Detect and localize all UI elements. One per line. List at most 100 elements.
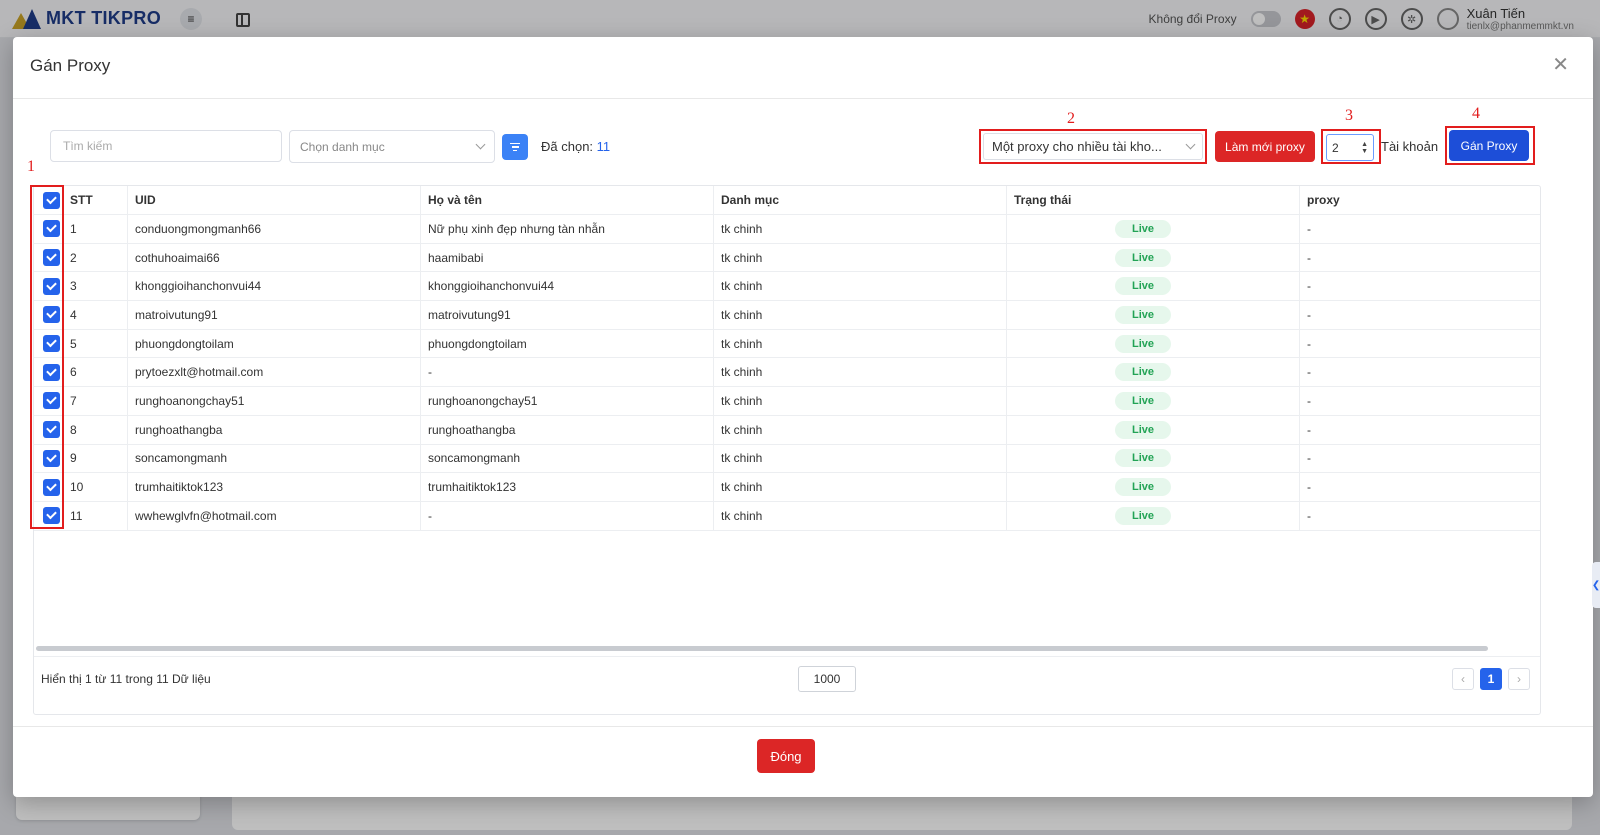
table-row[interactable]: 6 prytoezxlt@hotmail.com - tk chinh Live - — [34, 358, 1540, 388]
account-count-value: 2 — [1332, 140, 1339, 155]
search-input[interactable] — [50, 130, 282, 162]
table-row[interactable]: 9 soncamongmanh soncamongmanh tk chinh Live - — [34, 444, 1540, 474]
next-page-icon[interactable]: › — [1508, 668, 1530, 690]
cell-stt: 10 — [68, 473, 128, 501]
cell-category: tk chinh — [714, 473, 1007, 501]
col-header-uid[interactable]: UID — [128, 186, 421, 214]
cell-proxy: - — [1307, 393, 1311, 408]
status-badge: Live — [1115, 478, 1171, 497]
cell-stt: 11 — [68, 501, 128, 530]
cell-uid: trumhaitiktok123 — [128, 473, 421, 501]
cell-stt: 9 — [68, 444, 128, 473]
cell-status: Live — [1007, 358, 1300, 387]
account-count-stepper[interactable]: 2 ▲ ▼ — [1326, 134, 1374, 161]
cell-status: Live — [1007, 301, 1300, 329]
cell-proxy: - — [1307, 365, 1311, 380]
category-select[interactable]: Chọn danh mục — [289, 130, 495, 163]
status-badge: Live — [1115, 334, 1171, 353]
assign-proxy-button[interactable]: Gán Proxy — [1449, 130, 1529, 161]
proxy-mode-select[interactable]: Một proxy cho nhiều tài kho... — [979, 129, 1207, 164]
status-badge: Live — [1115, 391, 1171, 410]
table-row[interactable]: 1 conduongmongmanh66 Nữ phụ xinh đẹp nhưng… — [34, 215, 1540, 244]
chevron-down-icon — [1185, 139, 1196, 150]
cell-status: Live — [1007, 473, 1300, 501]
cell-status: Live — [1007, 415, 1300, 444]
cell-status: Live — [1007, 444, 1300, 473]
accounts-table: STT UID Họ và tên Danh mục Trạng thái pr… — [34, 186, 1540, 531]
col-header-stt[interactable]: STT — [68, 186, 128, 214]
cell-stt: 3 — [68, 272, 128, 301]
annotation-3: 3 — [1345, 107, 1353, 124]
col-header-proxy[interactable]: proxy — [1300, 186, 1540, 214]
cell-status: Live — [1007, 387, 1300, 415]
col-header-category[interactable]: Danh mục — [714, 186, 1007, 214]
cell-uid: matroivutung91 — [128, 301, 421, 329]
selected-value: 11 — [596, 139, 611, 154]
table-row[interactable]: 11 wwhewglvfn@hotmail.com - tk chinh Live - — [34, 501, 1540, 531]
col-header-name[interactable]: Họ và tên — [421, 186, 714, 214]
cell-proxy: - — [1307, 508, 1311, 523]
selected-count: Đã chọn: 11 — [541, 139, 610, 154]
cell-name: phuongdongtoilam — [421, 329, 714, 358]
cell-stt: 7 — [68, 387, 128, 415]
account-count-frame: 2 ▲ ▼ — [1321, 129, 1381, 164]
status-badge: Live — [1115, 248, 1171, 267]
cell-status: Live — [1007, 272, 1300, 301]
table-body: 1 conduongmongmanh66 Nữ phụ xinh đẹp nhưng… — [34, 215, 1540, 531]
close-icon[interactable]: ✕ — [1552, 55, 1569, 75]
col-header-status[interactable]: Trạng thái — [1007, 186, 1300, 214]
cell-uid: wwhewglvfn@hotmail.com — [128, 501, 421, 530]
cell-category: tk chinh — [714, 358, 1007, 387]
status-badge: Live — [1115, 420, 1171, 439]
table-row[interactable]: 5 phuongdongtoilam phuongdongtoilam tk chin… — [34, 329, 1540, 359]
table-row[interactable]: 8 runghoathangba runghoathangba tk chinh Liv… — [34, 415, 1540, 445]
status-badge: Live — [1115, 363, 1171, 382]
modal-footer: Đóng — [13, 726, 1593, 797]
chevron-down-icon — [475, 139, 486, 150]
horizontal-scrollbar[interactable] — [36, 646, 1488, 651]
cell-name: haamibabi — [421, 243, 714, 272]
cell-name: runghoathangba — [421, 415, 714, 444]
prev-page-icon[interactable]: ‹ — [1452, 668, 1474, 690]
table-row[interactable]: 7 runghoanongchay51 runghoanongchay51 tk ch… — [34, 387, 1540, 416]
cell-proxy: - — [1307, 279, 1311, 294]
refresh-proxy-button[interactable]: Làm mới proxy — [1215, 131, 1315, 162]
cell-stt: 4 — [68, 301, 128, 329]
cell-category: tk chinh — [714, 329, 1007, 358]
status-badge: Live — [1115, 449, 1171, 468]
cell-category: tk chinh — [714, 387, 1007, 415]
cell-uid: cothuhoaimai66 — [128, 243, 421, 272]
accounts-table-container: STT UID Họ và tên Danh mục Trạng thái pr… — [30, 185, 1541, 715]
cell-proxy: - — [1307, 451, 1311, 466]
cell-stt: 2 — [68, 243, 128, 272]
table-row[interactable]: 10 trumhaitiktok123 trumhaitiktok123 tk chi… — [34, 473, 1540, 502]
table-row[interactable]: 3 khonggioihanchonvui44 khonggioihanchonvu… — [34, 272, 1540, 302]
cell-category: tk chinh — [714, 272, 1007, 301]
side-collapse-tab[interactable]: ❮ — [1592, 562, 1600, 608]
page-button[interactable]: 1 — [1480, 668, 1502, 690]
close-button[interactable]: Đóng — [757, 739, 815, 773]
cell-uid: phuongdongtoilam — [128, 329, 421, 358]
spinner-arrows-icon[interactable]: ▲ ▼ — [1361, 141, 1368, 155]
table-header-row: STT UID Họ và tên Danh mục Trạng thái pr… — [34, 186, 1540, 215]
filter-button[interactable] — [502, 134, 528, 160]
selected-label: Đã chọn: — [541, 139, 594, 154]
table-row[interactable]: 4 matroivutung91 matroivutung91 tk chinh Liv… — [34, 301, 1540, 330]
table-footer: Hiển thị 1 từ 11 trong 11 Dữ liệu 1000 ‹… — [34, 656, 1540, 700]
cell-status: Live — [1007, 501, 1300, 530]
page-size-select[interactable]: 1000 — [798, 666, 856, 692]
cell-uid: khonggioihanchonvui44 — [128, 272, 421, 301]
modal-toolbar: Chọn danh mục Đã chọn: 11 Một proxy cho … — [13, 126, 1593, 165]
annotation-4: 4 — [1472, 105, 1480, 122]
cell-category: tk chinh — [714, 215, 1007, 243]
cell-name: Nữ phụ xinh đẹp nhưng tàn nhẫn — [421, 215, 714, 243]
cell-category: tk chinh — [714, 501, 1007, 530]
modal-title: Gán Proxy — [30, 56, 111, 75]
status-badge: Live — [1115, 506, 1171, 525]
cell-proxy: - — [1307, 250, 1311, 265]
cell-category: tk chinh — [714, 415, 1007, 444]
assign-proxy-frame: Gán Proxy — [1445, 126, 1535, 165]
category-placeholder: Chọn danh mục — [300, 139, 385, 154]
cell-category: tk chinh — [714, 243, 1007, 272]
table-row[interactable]: 2 cothuhoaimai66 haamibabi tk chinh Live - — [34, 243, 1540, 273]
